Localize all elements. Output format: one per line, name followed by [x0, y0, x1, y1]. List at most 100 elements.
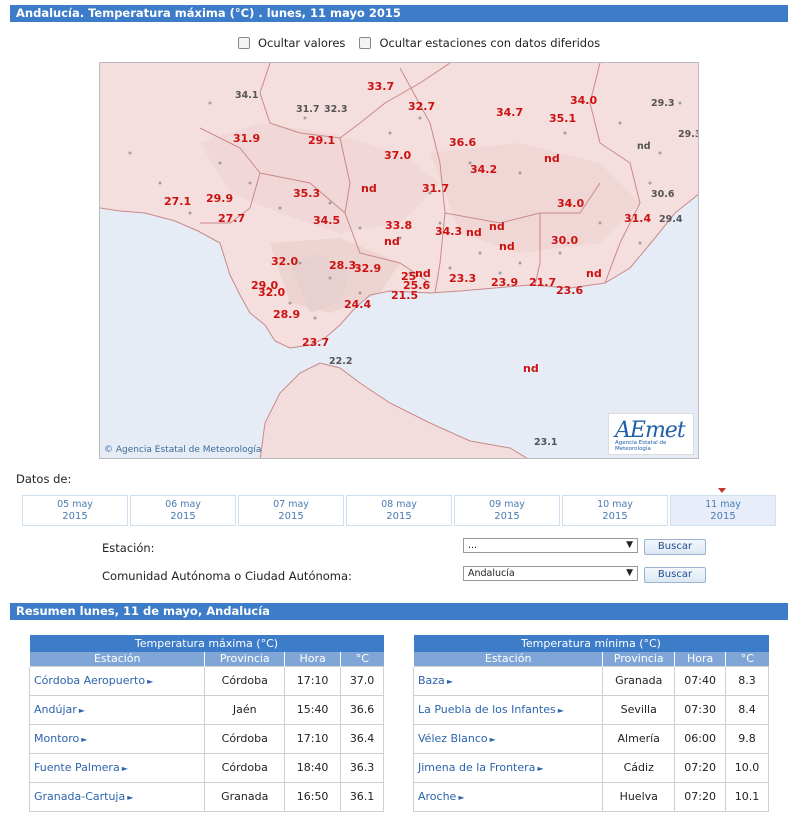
map-value: 28.9 — [273, 308, 301, 321]
hide-deferred-option[interactable]: Ocultar estaciones con datos diferidos — [359, 36, 600, 50]
column-header: Hora — [674, 652, 726, 666]
station-link[interactable]: Aroche ► — [412, 781, 604, 812]
table-row: Montoro ► Córdoba 17:10 36.4 — [28, 723, 384, 754]
table-row: Vélez Blanco ► Almería 06:00 9.8 — [412, 723, 769, 754]
table-row: Andújar ► Jaén 15:40 36.6 — [28, 694, 384, 725]
column-header: °C — [725, 652, 769, 666]
copyright-icon: © — [104, 445, 113, 455]
table-row: Granada-Cartuja ► Granada 16:50 36.1 — [28, 781, 384, 812]
date-tab[interactable]: 09 may 2015 — [454, 495, 560, 526]
column-header: Provincia — [602, 652, 675, 666]
station-link[interactable]: Fuente Palmera ► — [28, 752, 206, 783]
map-value: 31.9 — [233, 132, 261, 145]
map-value: 34.0 — [570, 94, 598, 107]
station-search-button[interactable]: Buscar — [644, 539, 706, 555]
dates-label: Datos de: — [16, 472, 72, 486]
date-tab-active[interactable]: 11 may 2015 — [670, 495, 776, 526]
hide-values-checkbox[interactable] — [238, 37, 250, 49]
aemet-logo: AEmet Agencia Estatal de Meteorología — [608, 413, 694, 455]
map-value: 23.9 — [491, 276, 519, 289]
map-value: 35.1 — [549, 112, 577, 125]
date-selector: 05 may 2015 06 may 2015 07 may 2015 08 may 2… — [22, 495, 778, 526]
station-link[interactable]: Córdoba Aeropuerto ► — [28, 665, 206, 696]
map-value: 23.1 — [534, 437, 558, 448]
map-value: 21.7 — [529, 276, 557, 289]
map-value: nd — [489, 220, 505, 233]
arrow-right-icon: ► — [537, 764, 544, 773]
map-value: 28.3 — [329, 259, 357, 272]
map-value: 32.9 — [354, 262, 382, 275]
map-value: 30.6 — [651, 189, 675, 200]
map-value: 24.4 — [344, 298, 372, 311]
map-value: 34.0 — [557, 197, 585, 210]
table-caption: Temperatura mínima (°C) — [413, 635, 769, 652]
map-value: nd — [499, 240, 515, 253]
map-value: 34.2 — [470, 163, 498, 176]
date-tab[interactable]: 07 may 2015 — [238, 495, 344, 526]
table-row: Córdoba Aeropuerto ► Córdoba 17:10 37.0 — [28, 665, 384, 696]
arrow-right-icon: ► — [81, 735, 88, 744]
map-value: 29.3 — [678, 129, 698, 140]
station-link[interactable]: Jimena de la Frontera ► — [412, 752, 604, 783]
community-select[interactable]: Andalucía ▼ — [463, 566, 638, 581]
map-background — [100, 63, 698, 458]
temperature-map[interactable]: 34.1 31.7 32.3 29.3 29.3 nd 30.6 29.4 22… — [99, 62, 699, 459]
map-value: nd — [586, 267, 602, 280]
map-value: 33.7 — [367, 80, 395, 93]
station-link[interactable]: Montoro ► — [28, 723, 206, 754]
hide-values-option[interactable]: Ocultar valores — [238, 36, 345, 50]
date-tab[interactable]: 10 may 2015 — [562, 495, 668, 526]
map-value: 30.0 — [551, 234, 579, 247]
table-row: Jimena de la Frontera ► Cádiz 07:20 10.0 — [412, 752, 769, 783]
map-value: 34.7 — [496, 106, 524, 119]
map-value: nd — [384, 235, 400, 248]
arrow-right-icon: ► — [458, 793, 465, 802]
map-value: 29.3 — [651, 98, 675, 109]
date-tab[interactable]: 08 may 2015 — [346, 495, 452, 526]
map-value: 23.3 — [449, 272, 477, 285]
community-search-button[interactable]: Buscar — [644, 567, 706, 583]
map-value: 31.7 — [422, 182, 450, 195]
column-header: Estación — [412, 652, 603, 666]
column-header: Provincia — [204, 652, 285, 666]
station-link[interactable]: Granada-Cartuja ► — [28, 781, 206, 812]
table-row: Fuente Palmera ► Córdoba 18:40 36.3 — [28, 752, 384, 783]
map-value: 32.0 — [271, 255, 299, 268]
max-temperature-table: Temperatura máxima (°C) Estación Provinc… — [28, 635, 384, 812]
column-header: Estación — [28, 652, 205, 666]
map-value: 22.2 — [329, 356, 353, 367]
date-tab[interactable]: 06 may 2015 — [130, 495, 236, 526]
map-value: 34.5 — [313, 214, 341, 227]
map-value: 29.9 — [206, 192, 234, 205]
station-link[interactable]: Baza ► — [412, 665, 604, 696]
active-date-marker — [718, 488, 726, 493]
map-value: 32.3 — [324, 104, 348, 115]
station-link[interactable]: Andújar ► — [28, 694, 206, 725]
station-link[interactable]: La Puebla de los Infantes ► — [412, 694, 604, 725]
station-link[interactable]: Vélez Blanco ► — [412, 723, 604, 754]
map-value: 23.7 — [302, 336, 330, 349]
min-temperature-table: Temperatura mínima (°C) Estación Provinc… — [412, 635, 769, 812]
hide-deferred-checkbox[interactable] — [359, 37, 372, 49]
map-value: 31.7 — [296, 104, 320, 115]
summary-title: Resumen lunes, 11 de mayo, Andalucía — [10, 603, 788, 620]
map-credit-text: Agencia Estatal de Meteorología — [115, 445, 262, 455]
arrow-right-icon: ► — [121, 764, 128, 773]
map-value: 27.7 — [218, 212, 246, 225]
map-value: 36.6 — [449, 136, 477, 149]
map-value: 34.3 — [435, 225, 463, 238]
station-select[interactable]: ... ▼ — [463, 538, 638, 553]
arrow-right-icon: ► — [147, 677, 154, 686]
column-header: Hora — [284, 652, 341, 666]
page-title: Andalucía. Temperatura máxima (°C) . lun… — [10, 5, 788, 22]
arrow-right-icon: ► — [127, 793, 134, 802]
map-credit: © Agencia Estatal de Meteorología — [104, 445, 261, 455]
date-tab[interactable]: 05 may 2015 — [22, 495, 128, 526]
map-value: 37.0 — [384, 149, 412, 162]
community-label: Comunidad Autónoma o Ciudad Autónoma: — [102, 569, 352, 583]
table-row: La Puebla de los Infantes ► Sevilla 07:30… — [412, 694, 769, 725]
map-options: Ocultar valores Ocultar estaciones con d… — [238, 35, 614, 51]
map-value: 33.8 — [385, 219, 413, 232]
arrow-right-icon: ► — [557, 706, 564, 715]
table-caption: Temperatura máxima (°C) — [29, 635, 384, 652]
